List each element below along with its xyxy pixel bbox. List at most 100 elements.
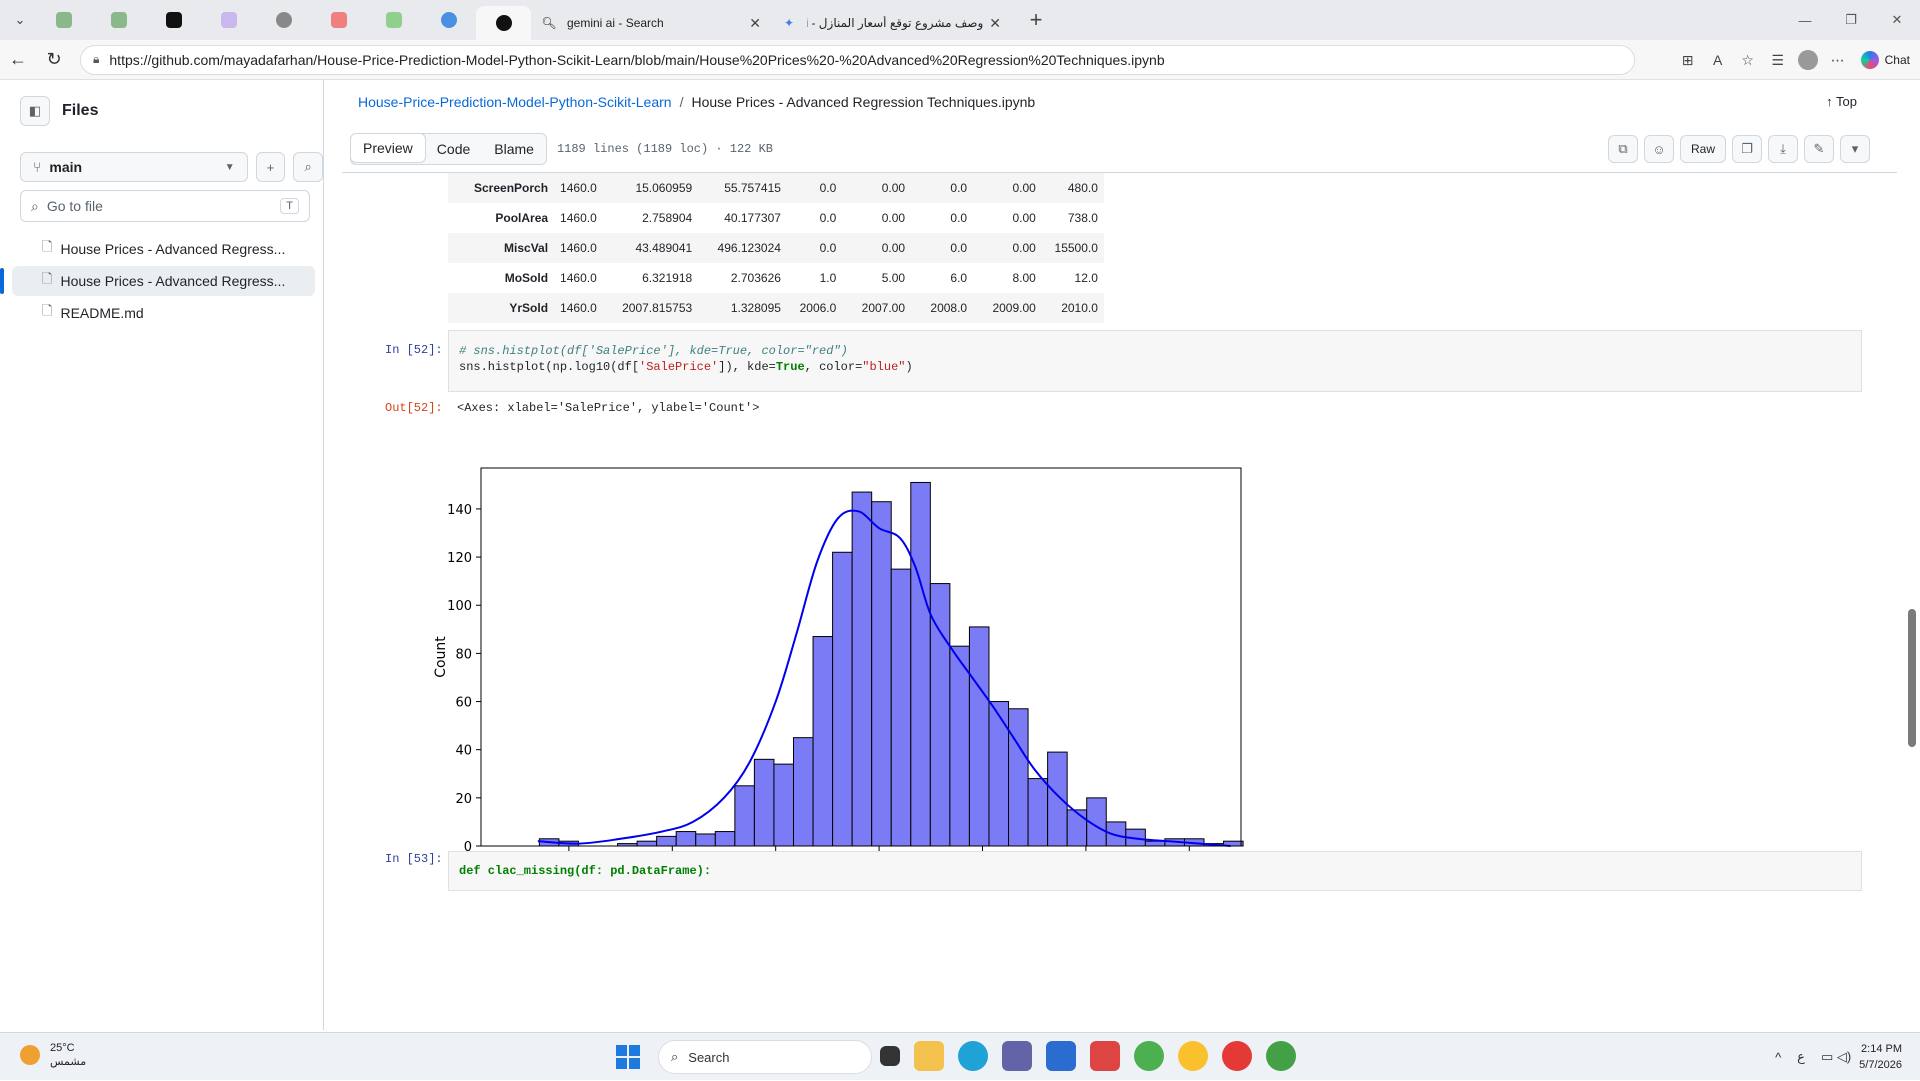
- show-hidden-icons-chevron-icon[interactable]: ^: [1775, 1050, 1781, 1065]
- pinned-tab-6[interactable]: [311, 4, 366, 36]
- scrollbar-thumb[interactable]: [1908, 609, 1916, 747]
- search-files-button[interactable]: ⌕: [293, 152, 323, 182]
- collapse-sidebar-button[interactable]: ◧: [20, 96, 50, 126]
- network-volume-icon[interactable]: ▭ ◁): [1821, 1049, 1851, 1065]
- view-switcher: Preview Code Blame: [350, 133, 547, 165]
- open-in-codespace-icon[interactable]: ⧉: [1607, 135, 1638, 163]
- y-axis-label: Count: [433, 636, 449, 678]
- clock[interactable]: 2:14 PM 5/7/2026: [1859, 1041, 1902, 1073]
- url-field[interactable]: 🔒︎ https://github.com/mayadafarhan/House…: [80, 44, 1635, 75]
- pinned-tab-favicon-icon: [385, 12, 402, 28]
- power-bi-icon[interactable]: [1046, 1041, 1076, 1071]
- tab-gemini-search[interactable]: 🔍︎ gemini ai - Search ✕: [531, 6, 771, 40]
- download-icon[interactable]: ⤓: [1768, 135, 1798, 163]
- repo-link[interactable]: House-Price-Prediction-Model-Python-Scik…: [358, 94, 672, 110]
- chrome-profile-icon[interactable]: [1266, 1041, 1296, 1071]
- histogram-bar: [1144, 840, 1166, 847]
- chrome-profile-icon[interactable]: [1222, 1041, 1252, 1071]
- pinned-tab-7[interactable]: [366, 4, 421, 36]
- pinned-tab-8[interactable]: [421, 4, 476, 36]
- file-item-selected[interactable]: 🗋 House Prices - Advanced Regress...: [0, 266, 315, 296]
- time: 2:14 PM: [1861, 1043, 1902, 1055]
- taskbar-search[interactable]: ⌕ Search: [658, 1040, 872, 1074]
- minimize-button[interactable]: —: [1782, 0, 1828, 40]
- y-tick-label: 120: [447, 551, 472, 566]
- windows-logo-icon: [629, 1058, 640, 1069]
- histogram-bar: [949, 645, 970, 847]
- start-button[interactable]: [616, 1045, 640, 1069]
- branch-row: ⑂ main ▼ + ⌕: [4, 152, 323, 182]
- histogram-bar: [1047, 751, 1068, 847]
- chrome-profile-icon[interactable]: [1178, 1041, 1208, 1071]
- input-language[interactable]: ع: [1797, 1049, 1805, 1065]
- branch-selector[interactable]: ⑂ main ▼: [20, 152, 248, 182]
- add-file-button[interactable]: +: [255, 152, 286, 182]
- tab-gemini-chat[interactable]: ✦ وصف مشروع توقع أسعار المنازل - Gemini …: [771, 6, 1011, 40]
- more-options-icon[interactable]: ⋯: [1823, 45, 1853, 75]
- go-to-file-input[interactable]: ⌕ Go to file T: [20, 190, 310, 222]
- copilot-chat-button[interactable]: Chat: [1860, 51, 1910, 69]
- top-link[interactable]: ↑ Top: [1826, 94, 1857, 109]
- file-name: House Prices - Advanced Regress...: [60, 273, 286, 289]
- pinned-tab-1[interactable]: [36, 4, 91, 36]
- tab-title: gemini ai - Search: [567, 16, 664, 30]
- tab-actions-chevron-icon[interactable]: ⌄: [4, 6, 36, 34]
- raw-button[interactable]: Raw: [1679, 135, 1726, 163]
- histogram-bar: [714, 831, 736, 847]
- back-button[interactable]: ←: [0, 44, 36, 76]
- file-item[interactable]: 🗋 README.md: [12, 298, 315, 328]
- app-available-icon[interactable]: ⊞: [1673, 45, 1703, 75]
- notebook-view: ScreenPorch 1460.0 15.060959 55.757415 0.0 0.…: [342, 173, 1897, 1030]
- git-branch-icon: ⑂: [33, 159, 42, 175]
- favorites-icon[interactable]: ☰: [1763, 45, 1793, 75]
- histogram-bar: [695, 833, 716, 847]
- weather-widget[interactable]: 25°C مشمس: [20, 1041, 86, 1069]
- file-tree-sidebar: ◧ Files ⑂ main ▼ + ⌕ ⌕ Go to file T 🗋 Ho…: [0, 80, 324, 1030]
- file-item[interactable]: 🗋 House Prices - Advanced Regress...: [12, 234, 315, 264]
- more-edit-options-icon[interactable]: ▾: [1840, 135, 1870, 163]
- edit-pencil-icon[interactable]: ✎: [1804, 135, 1834, 163]
- file-toolbar: Preview Code Blame 1189 lines (1189 loc)…: [350, 130, 1870, 168]
- pinned-tab-github-active[interactable]: [476, 6, 531, 40]
- address-bar-row: ← ↻ 🔒︎ https://github.com/mayadafarhan/H…: [0, 40, 1920, 80]
- pinned-tab-favicon-icon: [220, 12, 237, 28]
- copilot-icon[interactable]: ☺: [1643, 135, 1674, 163]
- profile-avatar[interactable]: [1793, 45, 1823, 75]
- snipping-tool-icon[interactable]: [1090, 1041, 1120, 1071]
- histogram-bar: [871, 501, 892, 847]
- task-view-icon[interactable]: [880, 1046, 900, 1066]
- edge-icon[interactable]: [958, 1041, 988, 1071]
- teams-icon[interactable]: [1002, 1041, 1032, 1071]
- tab-code[interactable]: Code: [425, 134, 482, 164]
- code-cell[interactable]: def clac_missing(df: pd.DataFrame):: [448, 851, 1862, 891]
- pinned-tab-2[interactable]: [91, 4, 146, 36]
- page-scrollbar[interactable]: [1908, 84, 1916, 1024]
- restore-button[interactable]: ❐: [1828, 0, 1874, 40]
- close-window-button[interactable]: ✕: [1874, 0, 1920, 40]
- histogram-bar: [675, 831, 697, 847]
- close-tab-icon[interactable]: ✕: [749, 15, 761, 32]
- caret-down-icon: ▼: [224, 161, 235, 173]
- file-explorer-icon[interactable]: [914, 1041, 944, 1071]
- pinned-tab-favicon-icon: [55, 12, 72, 28]
- refresh-button[interactable]: ↻: [36, 44, 72, 76]
- new-tab-button[interactable]: +: [1021, 7, 1051, 33]
- pinned-tab-4[interactable]: [201, 4, 256, 36]
- close-tab-icon[interactable]: ✕: [989, 15, 1001, 32]
- tab-preview[interactable]: Preview: [350, 134, 426, 163]
- file-content-area: House-Price-Prediction-Model-Python-Scik…: [342, 80, 1897, 1030]
- window-controls: — ❐ ✕: [1782, 0, 1920, 40]
- copy-icon[interactable]: ❐: [1732, 135, 1762, 163]
- pinned-tab-5[interactable]: [256, 4, 311, 36]
- chrome-icon[interactable]: [1134, 1041, 1164, 1071]
- pinned-tab-3[interactable]: [146, 4, 201, 36]
- file-icon: 🗋: [42, 303, 53, 318]
- temperature: 25°C: [50, 1042, 75, 1054]
- favorite-star-icon[interactable]: ☆: [1733, 45, 1763, 75]
- breadcrumb: House-Price-Prediction-Model-Python-Scik…: [342, 80, 1897, 124]
- histogram-bar: [929, 583, 951, 847]
- date: 5/7/2026: [1859, 1059, 1902, 1071]
- pinned-tab-favicon-icon: [165, 12, 182, 28]
- read-aloud-icon[interactable]: A: [1703, 45, 1733, 75]
- tab-blame[interactable]: Blame: [482, 134, 546, 164]
